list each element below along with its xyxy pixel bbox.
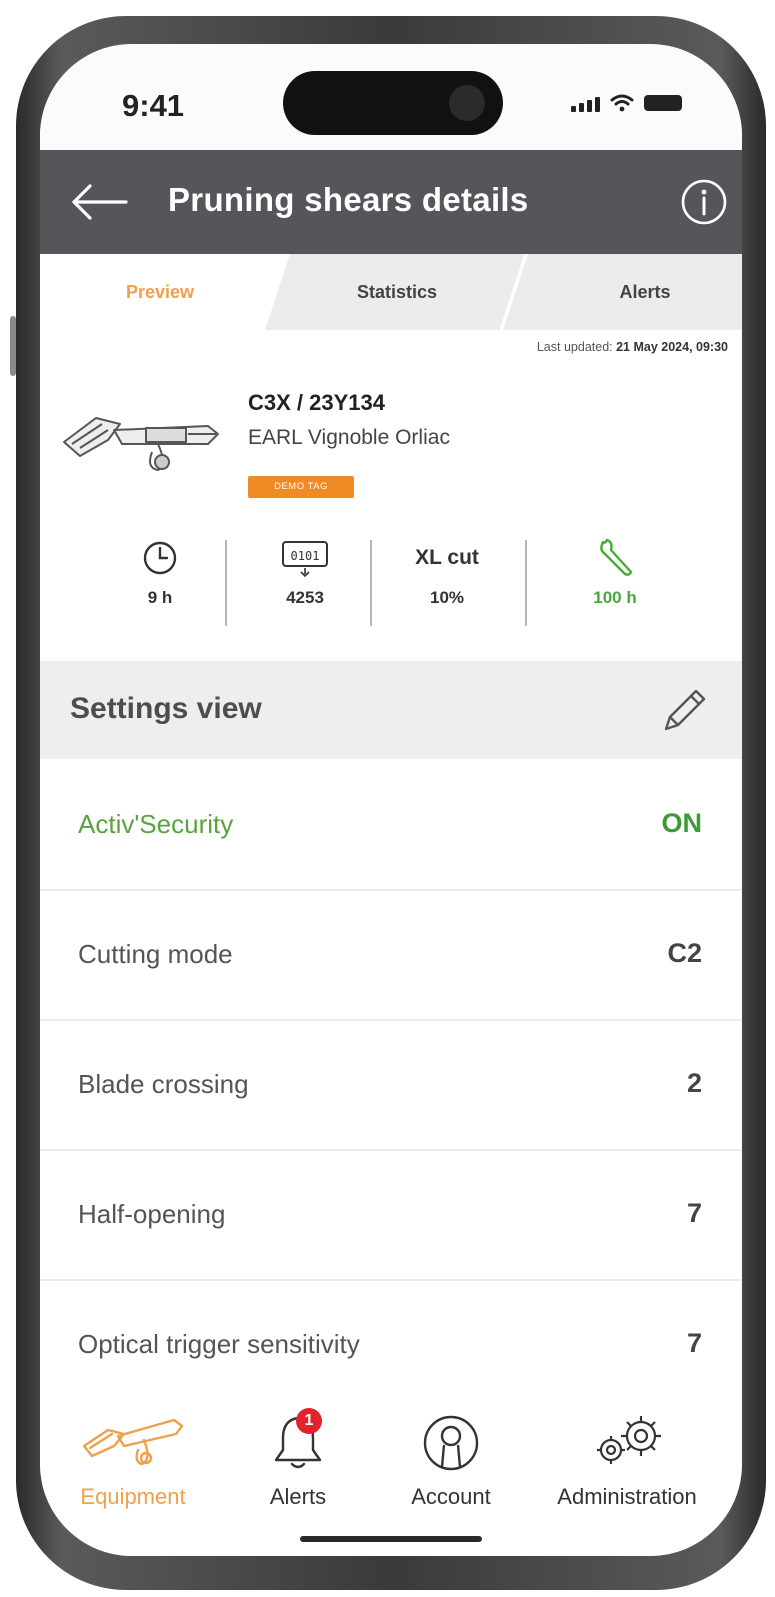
alerts-badge: 1	[296, 1408, 322, 1434]
edit-pencil-icon[interactable]	[656, 683, 712, 739]
device-model: C3X / 23Y134	[248, 390, 385, 415]
side-button	[10, 316, 16, 376]
status-icons	[571, 94, 682, 112]
setting-value: 7	[686, 1198, 702, 1228]
nav-administration-label: Administration	[557, 1484, 697, 1509]
gears-icon	[597, 1416, 661, 1464]
page-title: Pruning shears details	[168, 181, 529, 218]
back-arrow-icon[interactable]	[68, 180, 128, 224]
setting-label: Half-opening	[78, 1199, 226, 1229]
bottom-nav: Equipment 1 Alerts Account Administratio…	[40, 1392, 742, 1556]
nav-administration[interactable]: Administration	[532, 1412, 722, 1510]
nav-equipment-label: Equipment	[80, 1484, 186, 1509]
nav-account[interactable]: Account	[386, 1412, 516, 1510]
stat-counter: 0101 4253	[250, 534, 360, 608]
stat-xl-cut: XL cut 10%	[392, 534, 502, 608]
setting-label: Cutting mode	[78, 939, 233, 969]
setting-value: ON	[661, 808, 703, 838]
signal-icon	[571, 97, 600, 112]
svg-text:0101: 0101	[291, 549, 320, 563]
pruning-shears-icon	[63, 417, 219, 471]
tab-preview[interactable]: Preview	[60, 254, 260, 330]
setting-row-half-opening[interactable]: Half-opening 7	[40, 1151, 742, 1281]
settings-header: Settings view	[40, 661, 742, 759]
wrench-icon	[600, 538, 633, 576]
stat-xl-cut-value: 10%	[429, 588, 465, 607]
demo-tag-badge: DEMO TAG	[248, 476, 354, 498]
setting-value: 7	[686, 1328, 702, 1358]
clock-icon	[143, 541, 177, 575]
nav-equipment[interactable]: Equipment	[68, 1412, 198, 1510]
divider	[370, 540, 372, 626]
stat-xl-cut-label: XL cut	[415, 546, 479, 569]
phone-screen: 9:41 Pruning shears details Preview Stat…	[40, 44, 742, 1556]
user-icon	[423, 1415, 479, 1471]
stat-counter-value: 4253	[286, 588, 324, 607]
status-bar: 9:41	[40, 44, 742, 154]
device-owner: EARL Vignoble Orliac	[248, 426, 450, 449]
info-icon[interactable]	[680, 178, 728, 226]
setting-label: Optical trigger sensitivity	[78, 1329, 360, 1359]
divider	[225, 540, 227, 626]
divider	[525, 540, 527, 626]
tab-alerts[interactable]: Alerts	[560, 254, 730, 330]
setting-value: C2	[667, 938, 702, 968]
settings-title: Settings view	[70, 692, 262, 725]
settings-list: Activ'Security ON Cutting mode C2 Blade …	[40, 761, 742, 1411]
last-updated-value: 21 May 2024, 09:30	[616, 340, 728, 354]
setting-row-blade-crossing[interactable]: Blade crossing 2	[40, 1021, 742, 1151]
setting-label: Activ'Security	[78, 809, 234, 839]
app-bar: Pruning shears details	[40, 150, 742, 254]
wifi-icon	[610, 94, 634, 112]
home-indicator	[300, 1536, 482, 1542]
tab-statistics[interactable]: Statistics	[302, 254, 492, 330]
dynamic-island	[283, 71, 503, 135]
setting-value: 2	[686, 1068, 702, 1098]
battery-icon	[644, 95, 682, 111]
nav-alerts-label: Alerts	[269, 1484, 327, 1509]
counter-icon: 0101	[282, 541, 328, 578]
stat-hours-value: 9 h	[147, 588, 173, 607]
setting-row-cutting-mode[interactable]: Cutting mode C2	[40, 891, 742, 1021]
last-updated: Last updated: 21 May 2024, 09:30	[537, 340, 728, 354]
stat-maintenance: 100 h	[560, 534, 670, 608]
pruning-shears-icon	[82, 1418, 184, 1466]
nav-alerts[interactable]: 1 Alerts	[248, 1408, 348, 1510]
stat-hours: 9 h	[105, 534, 215, 608]
nav-account-label: Account	[411, 1484, 491, 1509]
stat-maintenance-value: 100 h	[593, 588, 637, 607]
status-time: 9:41	[122, 88, 185, 123]
tab-bar: Preview Statistics Alerts	[40, 254, 742, 330]
setting-row-activ-security[interactable]: Activ'Security ON	[40, 761, 742, 891]
stats-row: 9 h 0101 4253 XL cut 10% 100 h	[40, 534, 742, 634]
setting-label: Blade crossing	[78, 1069, 249, 1099]
last-updated-label: Last updated:	[536, 340, 613, 354]
